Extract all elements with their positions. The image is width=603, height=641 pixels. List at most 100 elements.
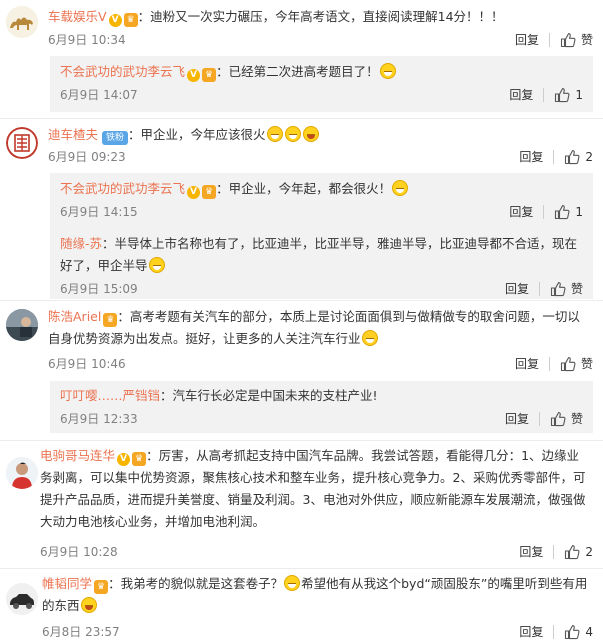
thumbs-up-icon bbox=[554, 87, 570, 103]
divider bbox=[548, 357, 550, 371]
reply-meta: 6月9日 14:07 回复 1 bbox=[60, 84, 583, 106]
like-button[interactable]: 赞 bbox=[550, 278, 583, 300]
timestamp: 6月9日 10:46 bbox=[48, 357, 126, 371]
thumbs-up-icon bbox=[550, 281, 566, 297]
photo-avatar-icon bbox=[6, 309, 38, 341]
username[interactable]: 随缘-苏 bbox=[60, 236, 102, 251]
reply-button[interactable]: 回复 bbox=[515, 353, 539, 375]
verified-v-icon: V bbox=[187, 186, 201, 199]
like-count: 2 bbox=[585, 545, 593, 559]
reply-button[interactable]: 回复 bbox=[515, 29, 539, 51]
like-count: 赞 bbox=[580, 33, 593, 47]
divider bbox=[548, 33, 550, 47]
like-count: 赞 bbox=[570, 282, 583, 296]
comment-line: 陈浩Ariel ♛ ：高考考题有关汽车的部分，本质上是讨论面面俱到与做精做专的取舍问… bbox=[48, 306, 589, 350]
username[interactable]: 叮叮嘤……严铛铛 bbox=[60, 388, 160, 403]
seal-avatar-icon bbox=[6, 127, 38, 159]
avatar[interactable] bbox=[6, 309, 38, 341]
reply-text: ：甲企业，今年起，都会很火！ bbox=[216, 181, 392, 196]
reply-line: 不会武功的武功李云飞 V ♛ ：甲企业，今年起，都会很火！ bbox=[60, 178, 583, 200]
thumbs-up-icon bbox=[560, 356, 576, 372]
like-button[interactable]: 4 bbox=[564, 621, 593, 641]
comment-line: 车载娱乐V V ♛ ：迪粉又一次实力碾压，今年高考语文，直接阅读理解14分！！！ bbox=[48, 6, 593, 28]
reply-line: 不会武功的武功李云飞 V ♛ ：已经第二次进高考题目了！ bbox=[60, 61, 583, 83]
reply-button[interactable]: 回复 bbox=[509, 201, 533, 223]
shy-emoji-icon bbox=[284, 575, 301, 591]
avatar[interactable] bbox=[6, 457, 38, 489]
comment: 陈浩Ariel ♛ ：高考考题有关汽车的部分，本质上是讨论面面俱到与做精做专的取舍问… bbox=[0, 301, 603, 439]
like-button[interactable]: 赞 bbox=[560, 353, 593, 375]
comment-text: ：我弟考的貌似就是这套卷子？ bbox=[108, 576, 284, 591]
avatar[interactable] bbox=[6, 583, 38, 615]
divider bbox=[538, 412, 540, 426]
reply-button[interactable]: 回复 bbox=[519, 541, 543, 563]
reply-button[interactable]: 回复 bbox=[509, 84, 533, 106]
avatar[interactable] bbox=[6, 127, 38, 159]
thumbs-up-icon bbox=[564, 624, 580, 640]
timestamp: 6月9日 15:09 bbox=[60, 282, 138, 296]
reply-meta: 6月9日 15:09 回复 赞 bbox=[60, 278, 583, 300]
comment-meta: 6月9日 10:34 回复 赞 bbox=[48, 29, 593, 51]
username[interactable]: 电驹哥马连华 bbox=[40, 448, 115, 463]
comment-meta: 6月9日 09:23 回复 2 bbox=[48, 146, 593, 168]
verified-v-icon: V bbox=[108, 14, 122, 27]
thumbs-up-icon bbox=[554, 204, 570, 220]
divider bbox=[553, 150, 555, 164]
comment: 车载娱乐V V ♛ ：迪粉又一次实力碾压，今年高考语文，直接阅读理解14分！！！ 6月… bbox=[0, 0, 603, 120]
tongue-emoji-icon bbox=[266, 126, 283, 142]
reply-box: 不会武功的武功李云飞 V ♛ ：已经第二次进高考题目了！ 6月9日 14:07 回复 … bbox=[50, 56, 593, 112]
divider bbox=[543, 205, 545, 219]
timestamp: 6月9日 10:28 bbox=[40, 545, 118, 559]
comment: 帷韬同学 ♛ ：我弟考的貌似就是这套卷子？ 希望他有从我这个byd“顽固股东”的嘴里听… bbox=[0, 569, 603, 641]
reply-button[interactable]: 回复 bbox=[505, 278, 529, 300]
reply-meta: 6月9日 12:33 回复 赞 bbox=[60, 408, 583, 430]
comment-meta: 6月9日 10:28 回复 2 bbox=[40, 541, 593, 563]
divider bbox=[543, 88, 545, 102]
like-count: 4 bbox=[585, 625, 593, 639]
fan-level-icon: ♛ bbox=[94, 580, 109, 594]
fan-level-icon: ♛ bbox=[202, 185, 217, 199]
thumbs-up-icon bbox=[550, 411, 566, 427]
comment-text: ：迪粉又一次实力碾压，今年高考语文，直接阅读理解14分！！！ bbox=[137, 9, 504, 24]
timestamp: 6月9日 12:33 bbox=[60, 412, 138, 426]
like-button[interactable]: 1 bbox=[554, 201, 583, 223]
reply-text: ：半导体上市名称也有了，比亚迪半，比亚半导，雅迪半导，比亚迪导都不合适，现在好了… bbox=[60, 236, 578, 273]
avatar[interactable] bbox=[6, 6, 38, 38]
reply-line: 随缘-苏：半导体上市名称也有了，比亚迪半，比亚半导，雅迪半导，比亚迪导都不合适，… bbox=[60, 233, 583, 277]
reply-text: ：汽车行长必定是中国未来的支柱产业! bbox=[160, 388, 378, 403]
timestamp: 6月9日 10:34 bbox=[48, 33, 126, 47]
like-count: 赞 bbox=[570, 412, 583, 426]
username[interactable]: 迪车楂夫 bbox=[48, 127, 98, 142]
like-count: 2 bbox=[585, 150, 593, 164]
comment-meta: 6月9日 10:46 回复 赞 bbox=[48, 353, 593, 375]
verified-v-icon: V bbox=[117, 453, 131, 466]
comment: 迪车楂夫 铁粉 ：甲企业，今年应该很火 6月9日 09:23 回复 2 不会武功的武… bbox=[0, 119, 603, 301]
comment-line: 迪车楂夫 铁粉 ：甲企业，今年应该很火 bbox=[48, 124, 593, 146]
car-avatar-icon bbox=[6, 583, 38, 615]
timestamp: 6月9日 14:07 bbox=[60, 88, 138, 102]
reply-line: 叮叮嘤……严铛铛：汽车行长必定是中国未来的支柱产业! bbox=[60, 385, 583, 407]
username[interactable]: 不会武功的武功李云飞 bbox=[60, 64, 185, 79]
iron-fan-badge: 铁粉 bbox=[102, 131, 129, 145]
reply-button[interactable]: 回复 bbox=[519, 621, 543, 641]
grin-emoji-icon bbox=[284, 126, 301, 142]
like-button[interactable]: 赞 bbox=[560, 29, 593, 51]
username[interactable]: 不会武功的武功李云飞 bbox=[60, 181, 185, 196]
reply-button[interactable]: 回复 bbox=[505, 408, 529, 430]
reply-button[interactable]: 回复 bbox=[519, 146, 543, 168]
timestamp: 6月8日 23:57 bbox=[42, 625, 120, 639]
like-button[interactable]: 2 bbox=[564, 541, 593, 563]
laugh-emoji-icon bbox=[302, 126, 319, 142]
like-button[interactable]: 1 bbox=[554, 84, 583, 106]
comment-meta: 6月8日 23:57 回复 4 bbox=[42, 621, 593, 641]
fan-level-icon: ♛ bbox=[202, 68, 217, 82]
username[interactable]: 陈浩Ariel bbox=[48, 309, 101, 324]
like-count: 1 bbox=[575, 88, 583, 102]
username[interactable]: 车载娱乐V bbox=[48, 9, 107, 24]
like-button[interactable]: 赞 bbox=[550, 408, 583, 430]
like-button[interactable]: 2 bbox=[564, 146, 593, 168]
comment: 电驹哥马连华 V ♛ ：厉害，从高考抓起支持中国汽车品牌。我尝试答题，看能得几分：1、… bbox=[0, 441, 603, 567]
username[interactable]: 帷韬同学 bbox=[42, 576, 92, 591]
timestamp: 6月9日 14:15 bbox=[60, 205, 138, 219]
reply-text: ：已经第二次进高考题目了！ bbox=[216, 64, 379, 79]
